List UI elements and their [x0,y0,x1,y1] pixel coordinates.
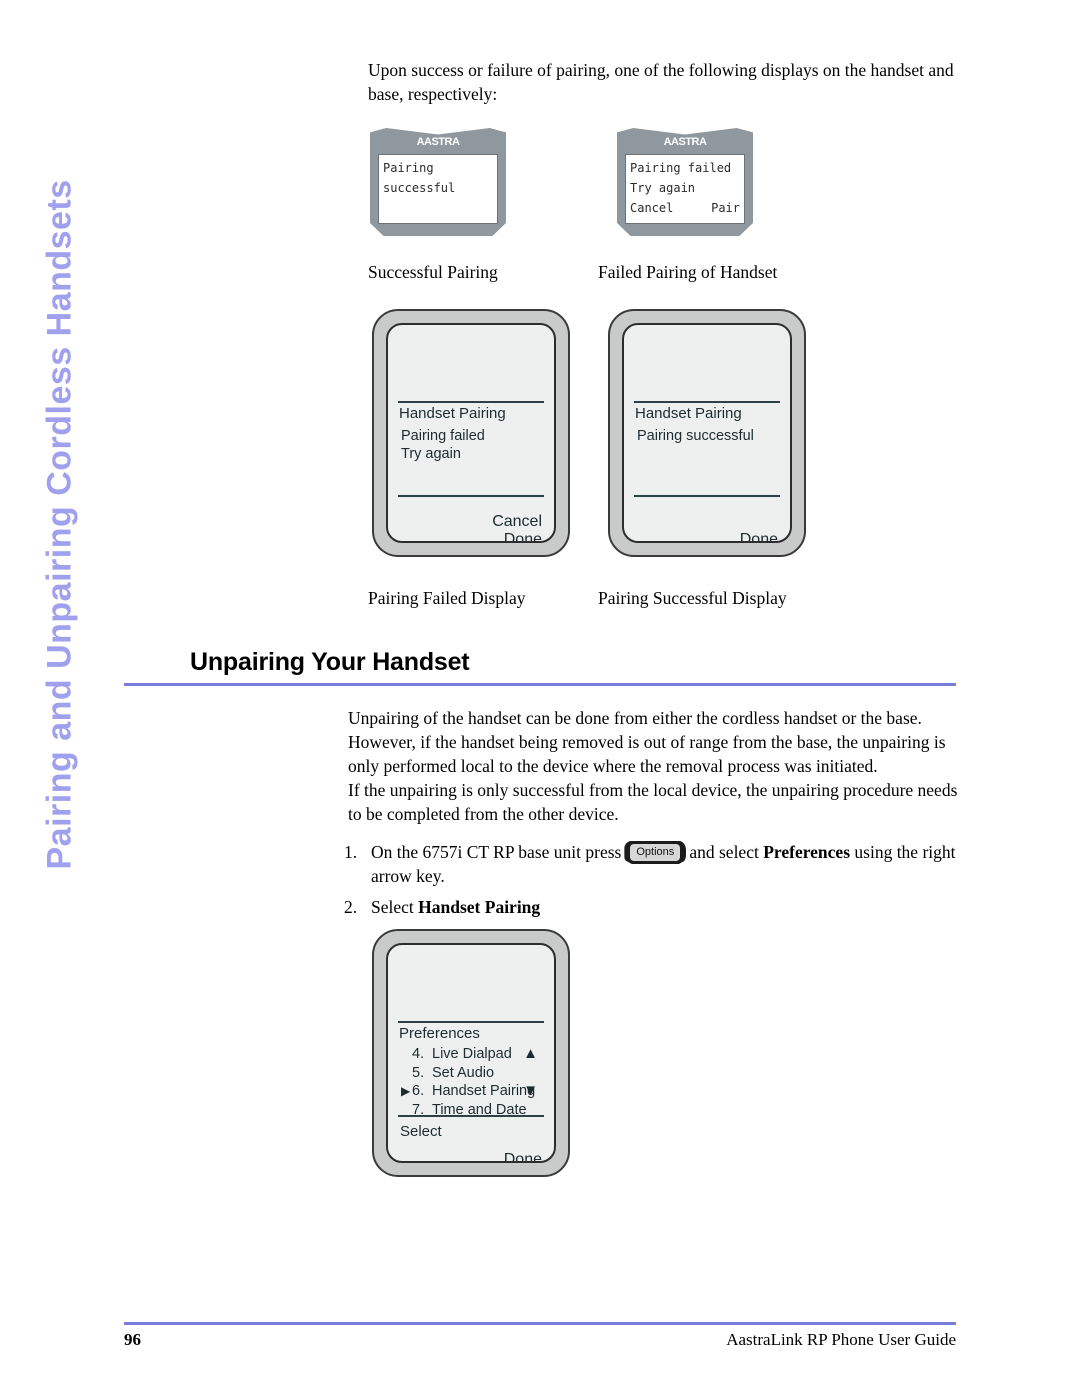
base-screen: Handset Pairing Pairing successful Done [622,323,792,543]
step-bold-term: Handset Pairing [418,897,541,917]
base-screen-content: Preferences 4. Live Dialpad 5. Set Audio… [388,945,554,1161]
menu-item-number: 6. [412,1083,425,1099]
menu-title: Preferences [399,1025,480,1042]
menu-list: 4. Live Dialpad 5. Set Audio ▶ 6. Handse… [401,1045,535,1119]
base-screen: Preferences 4. Live Dialpad 5. Set Audio… [386,943,556,1163]
step-text: On the 6757i CT RP base unit press Option… [371,840,960,888]
menu-item-label: Handset Pairing [432,1083,536,1099]
screen-divider-bottom [398,495,544,497]
handset-screen-line2: Try again [630,181,696,195]
aastra-logo: AASTRA [416,136,460,148]
menu-item-live-dialpad[interactable]: 4. Live Dialpad [401,1045,535,1064]
step-item-2: 2. Select Handset Pairing [344,895,960,919]
screen-divider-top [634,401,780,403]
menu-item-number: 4. [412,1046,425,1062]
handset-figure-successful: AASTRA Pairing successful [370,128,506,236]
base-display-pairing-successful: Handset Pairing Pairing successful Done [608,309,806,557]
handset-screen: Pairing successful [378,154,498,224]
caption-pairing-successful-display: Pairing Successful Display [598,588,787,608]
screen-body: Pairing failed Try again [401,427,485,463]
handset-figure-failed: AASTRA Pairing failed Try again Cancel P… [617,128,753,236]
base-screen: Handset Pairing Pairing failed Try again… [386,323,556,543]
screen-body-line2: Try again [401,446,461,462]
caption-pairing-failed-display: Pairing Failed Display [368,588,526,608]
caption-failed-pairing: Failed Pairing of Handset [598,262,778,282]
scroll-down-arrow-icon[interactable]: ▼ [523,1082,538,1099]
options-key-icon[interactable]: Options [624,841,687,864]
screen-divider-bottom [398,1115,544,1117]
step-number: 1. [344,842,358,862]
handset-softkey-cancel[interactable]: Cancel [630,198,673,218]
step-text-before: On the 6757i CT RP base unit press [371,842,622,862]
intro-paragraph: Upon success or failure of pairing, one … [368,60,954,104]
scroll-up-arrow-icon[interactable]: ▲ [523,1045,538,1062]
footer-page-number: 96 [124,1330,141,1349]
aastra-logo: AASTRA [663,136,707,148]
step-text-before: Select [371,897,414,917]
options-key-label: Options [630,844,681,861]
handset-screen-line1: Pairing failed [630,161,732,175]
menu-item-number: 5. [412,1064,425,1081]
section-paragraph-1: Unpairing of the handset can be done fro… [348,708,946,776]
step-number: 2. [344,897,358,917]
step-item-1: 1. On the 6757i CT RP base unit press Opt… [344,840,960,888]
heading-divider [124,683,956,686]
base-display-preferences-menu: Preferences 4. Live Dialpad 5. Set Audio… [372,929,570,1177]
base-display-pairing-failed: Handset Pairing Pairing failed Try again… [372,309,570,557]
footer-guide-title: AastraLink RP Phone User Guide [726,1330,956,1349]
base-screen-content: Handset Pairing Pairing successful Done [624,325,790,541]
caption-successful-pairing: Successful Pairing [368,262,498,282]
section-paragraph-2: If the unpairing is only successful from… [348,780,958,824]
footer-divider [124,1322,956,1325]
step-text: Select Handset Pairing [371,895,960,919]
handset-screen-line1: Pairing [383,161,434,175]
screen-divider-top [398,1021,544,1023]
menu-item-handset-pairing[interactable]: ▶ 6. Handset Pairing [401,1082,535,1101]
screen-title: Handset Pairing [399,405,506,422]
softkey-select[interactable]: Select [400,1123,442,1140]
page-title: Unpairing Your Handset [190,648,470,676]
softkey-done[interactable]: Done [504,531,542,541]
step-bold-term: Preferences [763,842,851,862]
page-content: Upon success or failure of pairing, one … [0,0,1080,1397]
screen-divider-top [398,401,544,403]
handset-screen-line2: successful [383,181,456,195]
menu-selection-marker: ▶ [401,1084,411,1098]
step-text-after-1: and select [689,842,759,862]
screen-body: Pairing successful [637,427,754,445]
base-screen-content: Handset Pairing Pairing failed Try again… [388,325,554,541]
handset-softkey-row: Cancel Pair [630,198,740,218]
softkey-done[interactable]: Done [504,1151,542,1161]
screen-divider-bottom [634,495,780,497]
menu-item-label: Set Audio [432,1064,495,1081]
softkey-done[interactable]: Done [740,531,778,541]
menu-item-set-audio[interactable]: 5. Set Audio [401,1064,535,1083]
handset-screen: Pairing failed Try again Cancel Pair [625,154,745,224]
screen-body-line1: Pairing successful [637,428,754,444]
menu-item-label: Live Dialpad [432,1046,512,1062]
screen-body-line1: Pairing failed [401,428,485,444]
handset-softkey-pair[interactable]: Pair [711,198,740,218]
softkey-cancel[interactable]: Cancel [492,513,542,531]
screen-title: Handset Pairing [635,405,742,422]
